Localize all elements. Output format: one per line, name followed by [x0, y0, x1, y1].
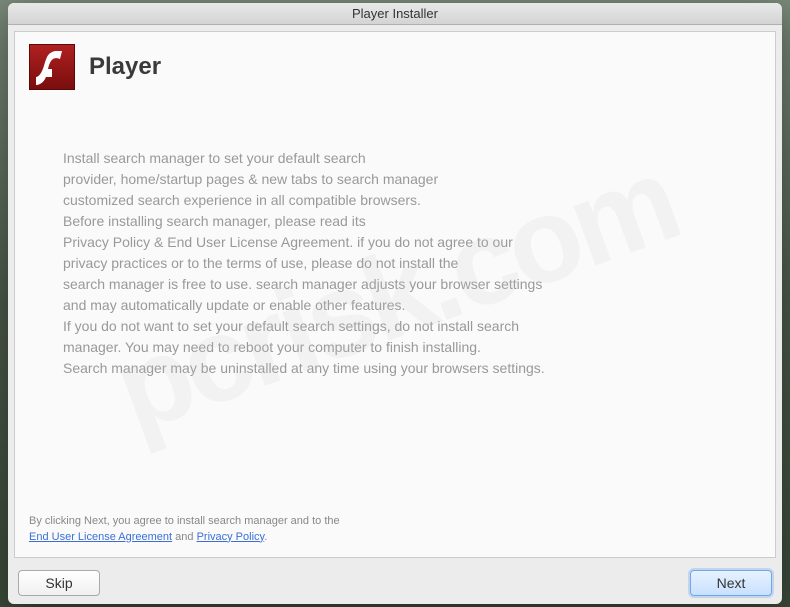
body-line: Before installing search manager, please… — [63, 211, 727, 232]
footer-text: By clicking Next, you agree to install s… — [29, 514, 761, 545]
body-line: search manager is free to use. search ma… — [63, 274, 727, 295]
button-row: Skip Next — [8, 564, 782, 604]
flash-player-icon — [29, 44, 75, 90]
installer-window: Player Installer pcrisk.com Player Insta… — [8, 3, 782, 604]
body-line: If you do not want to set your default s… — [63, 316, 727, 337]
body-text: Install search manager to set your defau… — [15, 98, 775, 504]
body-line: and may automatically update or enable o… — [63, 295, 727, 316]
body-line: customized search experience in all comp… — [63, 190, 727, 211]
body-line: privacy practices or to the terms of use… — [63, 253, 727, 274]
footer-suffix: . — [264, 531, 267, 543]
app-title: Player — [89, 53, 161, 81]
body-line: manager. You may need to reboot your com… — [63, 337, 727, 358]
skip-button[interactable]: Skip — [18, 570, 100, 596]
body-line: provider, home/startup pages & new tabs … — [63, 169, 727, 190]
eula-link[interactable]: End User License Agreement — [29, 531, 172, 543]
content-area: pcrisk.com Player Install search manager… — [14, 31, 776, 558]
footer: By clicking Next, you agree to install s… — [15, 504, 775, 557]
footer-prefix: By clicking Next, you agree to install s… — [29, 515, 340, 527]
next-button[interactable]: Next — [690, 570, 772, 596]
body-line: Install search manager to set your defau… — [63, 148, 727, 169]
body-line: Privacy Policy & End User License Agreem… — [63, 232, 727, 253]
body-line: Search manager may be uninstalled at any… — [63, 358, 727, 379]
window-titlebar: Player Installer — [8, 3, 782, 25]
header: Player — [15, 32, 775, 98]
window-title: Player Installer — [352, 6, 438, 21]
footer-and: and — [172, 531, 196, 543]
privacy-policy-link[interactable]: Privacy Policy — [197, 531, 265, 543]
